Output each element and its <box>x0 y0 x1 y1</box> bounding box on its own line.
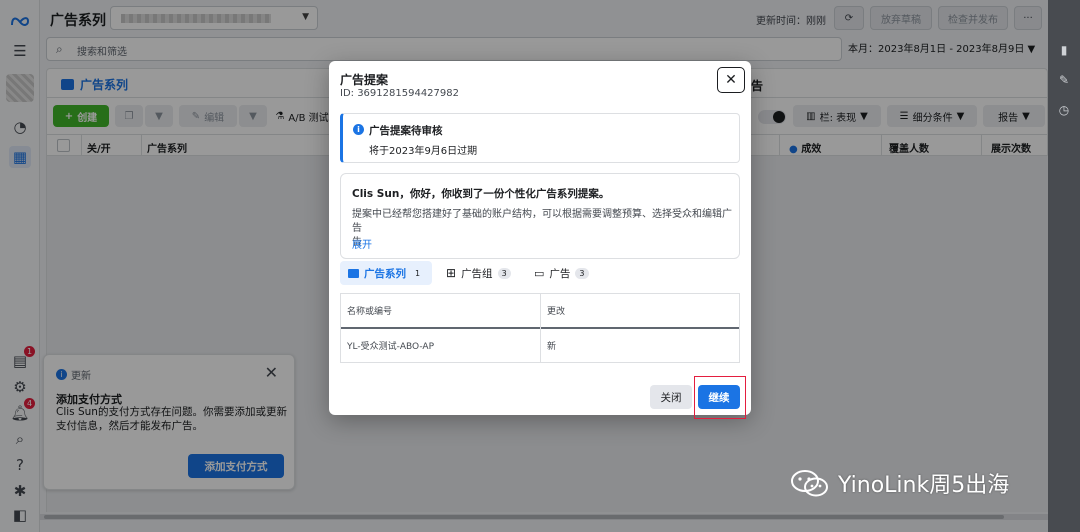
proposal-table: 名称或编号 更改 YL-受众测试-ABO-AP 新 <box>340 293 740 363</box>
tab-proposal-ads[interactable]: ▭ 广告 3 <box>534 261 589 285</box>
proposal-id: ID: 3691281594427982 <box>340 88 459 99</box>
right-side-panel: ▮ ✎ ◷ <box>1048 0 1080 532</box>
ad-proposal-dialog: 广告提案 ID: 3691281594427982 ✕ i 广告提案待审核 将于… <box>329 61 751 415</box>
proposal-message: Clis Sun，你好，你收到了一份个性化广告系列提案。 提案中已经帮您搭建好了… <box>340 173 740 259</box>
history-clock-icon[interactable]: ◷ <box>1056 102 1072 118</box>
chart-icon[interactable]: ▮ <box>1056 42 1072 58</box>
close-dialog-button[interactable]: ✕ <box>717 67 745 93</box>
wechat-logo-icon <box>790 468 830 498</box>
proposal-tabs: 广告系列 1 ⊞ 广告组 3 ▭ 广告 3 <box>340 261 740 285</box>
description-line: 提案中已经帮您搭建好了基础的账户结构，可以根据需要调整预算、选择受众和编辑广告 <box>352 209 732 234</box>
grid-icon: ⊞ <box>446 266 457 280</box>
highlight-annotation-box <box>694 376 746 419</box>
pencil-icon[interactable]: ✎ <box>1056 72 1072 88</box>
watermark: YinoLink周5出海 <box>790 466 1048 500</box>
col-change-header: 更改 <box>547 307 566 317</box>
tab-count: 3 <box>575 267 589 279</box>
close-icon: ✕ <box>725 72 737 88</box>
row-name: YL-受众测试-ABO-AP <box>347 342 434 352</box>
info-icon: i <box>353 124 364 135</box>
tab-proposal-adsets[interactable]: ⊞ 广告组 3 <box>446 261 511 285</box>
tab-label: 广告 <box>549 267 571 280</box>
tab-label: 广告组 <box>461 267 493 280</box>
col-name-header: 名称或编号 <box>347 307 393 317</box>
notice-expiry: 将于2023年9月6日过期 <box>369 146 478 157</box>
watermark-text: YinoLink周5出海 <box>838 473 1010 498</box>
close-button[interactable]: 关闭 <box>650 385 692 409</box>
ad-square-icon: ▭ <box>534 266 545 280</box>
description-text: 提案中已经帮您搭建好了基础的账户结构，可以根据需要调整预算、选择受众和编辑广告告 <box>352 208 732 250</box>
expand-link[interactable]: 展开 <box>352 236 372 251</box>
folder-icon <box>348 268 359 278</box>
tab-count: 3 <box>497 267 511 279</box>
tab-proposal-campaigns[interactable]: 广告系列 1 <box>340 261 433 285</box>
notice-title: 广告提案待审核 <box>369 125 443 137</box>
pending-review-notice: i 广告提案待审核 将于2023年9月6日过期 <box>340 113 740 163</box>
tab-label: 广告系列 <box>364 267 406 280</box>
greeting-text: Clis Sun，你好，你收到了一份个性化广告系列提案。 <box>352 188 610 200</box>
row-change: 新 <box>547 342 557 352</box>
dialog-title: 广告提案 <box>340 73 389 87</box>
column-divider <box>540 294 541 362</box>
tab-count: 1 <box>415 268 421 278</box>
